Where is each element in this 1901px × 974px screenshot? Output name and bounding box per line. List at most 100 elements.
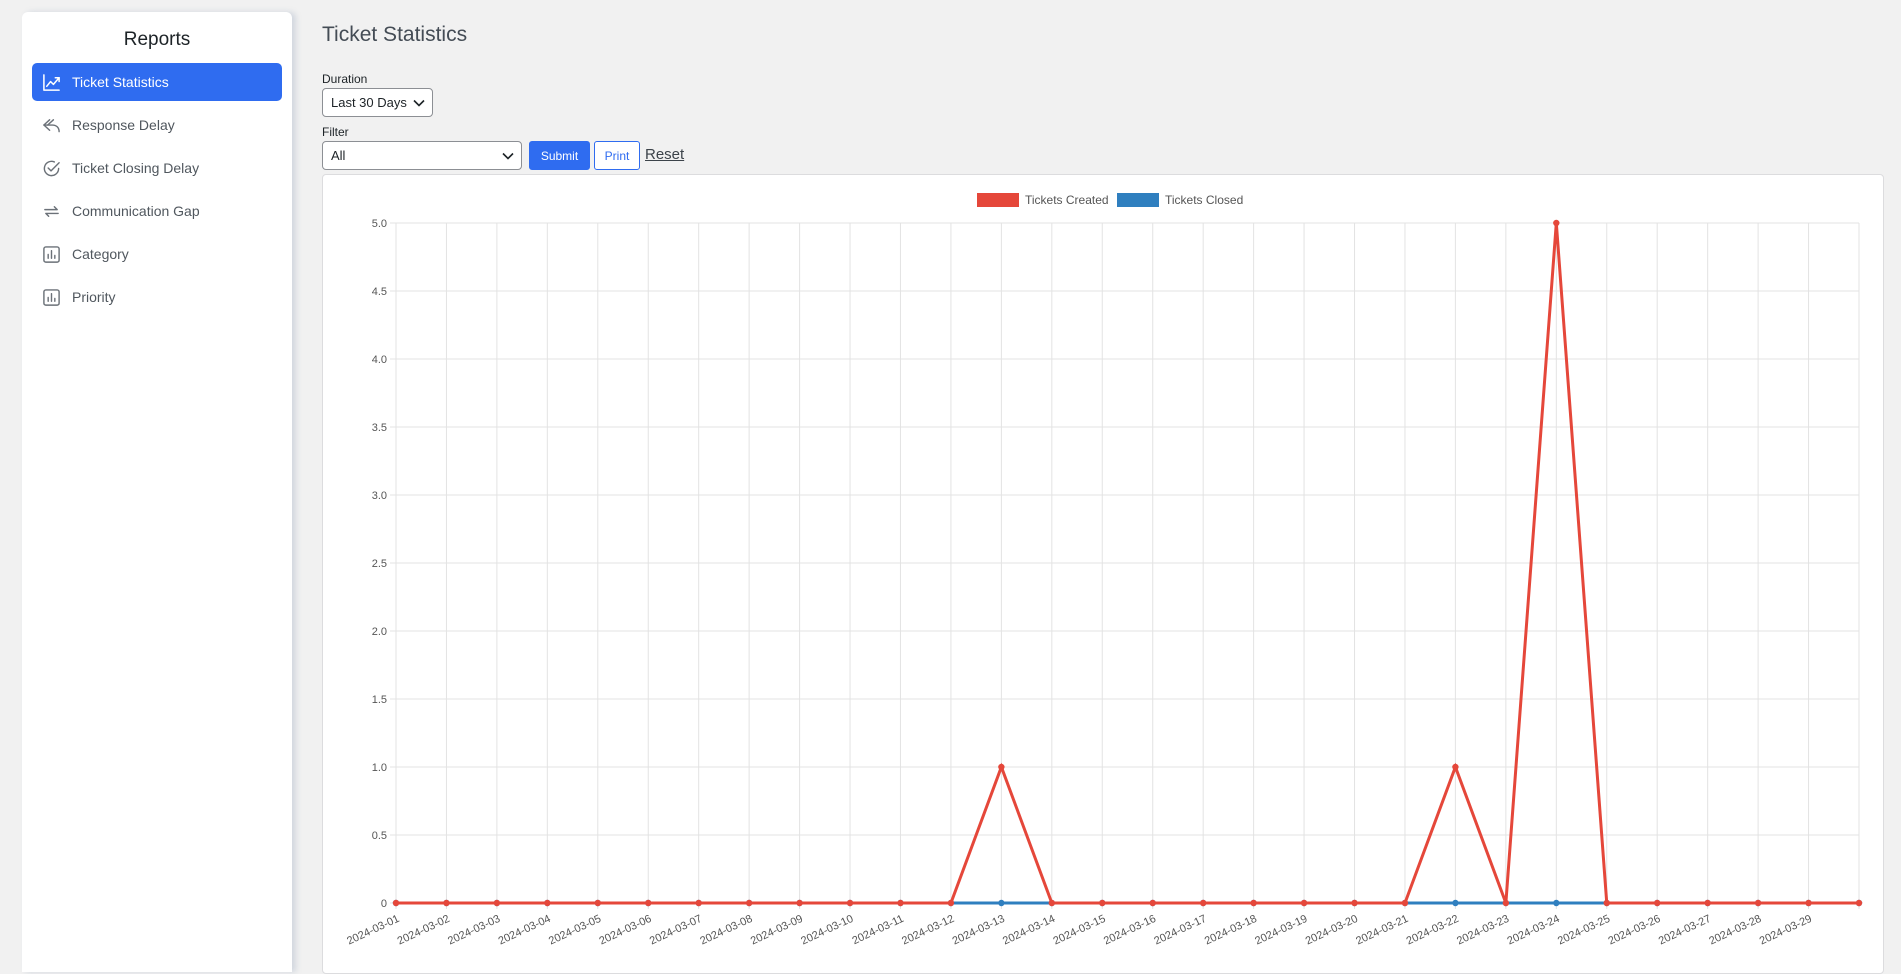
data-point	[1452, 899, 1459, 907]
data-point	[1149, 899, 1156, 907]
data-point	[998, 899, 1005, 907]
sidebar-item-label: Category	[72, 246, 129, 262]
sidebar-item-label: Response Delay	[72, 117, 175, 133]
x-tick-label: 2024-03-25	[1556, 913, 1612, 948]
sidebar-item-ticket-statistics[interactable]: Ticket Statistics	[32, 63, 282, 101]
x-tick-label: 2024-03-20	[1304, 913, 1360, 948]
x-tick-label: 2024-03-24	[1505, 913, 1561, 948]
y-tick-label: 1.0	[372, 762, 387, 774]
data-point	[645, 899, 652, 907]
y-tick-label: 4.5	[372, 286, 387, 298]
x-tick-label: 2024-03-15	[1051, 913, 1107, 948]
reset-link[interactable]: Reset	[645, 146, 684, 163]
y-tick-label: 2.0	[372, 626, 387, 638]
bar-chart-box-icon	[42, 245, 61, 264]
duration-label: Duration	[322, 72, 368, 86]
chevron-down-icon	[413, 99, 425, 107]
data-point	[1300, 899, 1308, 907]
x-tick-label: 2024-03-02	[396, 913, 452, 948]
exchange-arrows-icon	[42, 202, 61, 221]
sidebar-item-response-delay[interactable]: Response Delay	[32, 106, 282, 144]
y-tick-label: 0.5	[372, 830, 387, 842]
sidebar-item-label: Ticket Closing Delay	[72, 160, 200, 176]
data-point	[392, 899, 400, 907]
x-tick-label: 2024-03-17	[1152, 913, 1208, 948]
sidebar-item-label: Ticket Statistics	[72, 74, 169, 90]
legend-label: Tickets Created	[1025, 193, 1109, 207]
x-tick-label: 2024-03-03	[446, 913, 502, 948]
x-tick-label: 2024-03-09	[749, 913, 805, 948]
data-point	[1199, 899, 1207, 907]
data-point	[594, 899, 601, 907]
x-tick-label: 2024-03-13	[951, 913, 1007, 948]
submit-button[interactable]: Submit	[529, 141, 590, 170]
y-tick-label: 5.0	[372, 218, 387, 230]
x-tick-label: 2024-03-22	[1405, 913, 1461, 948]
print-button[interactable]: Print	[594, 141, 640, 170]
x-tick-label: 2024-03-08	[698, 913, 754, 948]
x-tick-label: 2024-03-04	[497, 913, 553, 948]
x-tick-label: 2024-03-05	[547, 913, 603, 948]
data-point	[897, 899, 904, 907]
x-tick-label: 2024-03-21	[1354, 913, 1410, 948]
data-point	[1805, 899, 1812, 907]
sidebar-title: Reports	[123, 29, 191, 50]
data-point	[1754, 899, 1762, 907]
data-point	[544, 899, 551, 907]
y-tick-label: 1.5	[372, 694, 387, 706]
data-point	[493, 899, 501, 907]
legend-swatch	[1117, 193, 1159, 207]
y-tick-label: 0	[381, 898, 387, 910]
ticket-statistics-chart-card: 0 0.5 1.0 1.5 2.0 2.5 3.0 3.5 4.0 4.5 5.0 2024-03-0…	[322, 174, 1884, 974]
x-tick-label: 2024-03-19	[1253, 913, 1309, 948]
sidebar-item-category[interactable]: Category	[32, 235, 282, 273]
x-tick-label: 2024-03-11	[850, 913, 905, 947]
sidebar-nav: Ticket Statistics Response Delay Ticket …	[22, 63, 292, 316]
legend-label: Tickets Closed	[1165, 193, 1243, 207]
data-point	[1401, 899, 1409, 907]
filter-select-value: All	[331, 148, 346, 163]
trend-chart-icon	[42, 73, 61, 92]
sidebar-item-label: Communication Gap	[72, 203, 200, 219]
x-tick-label: 2024-03-26	[1606, 913, 1662, 948]
data-point	[1099, 899, 1106, 907]
data-point	[1502, 899, 1510, 907]
y-tick-label: 2.5	[372, 558, 387, 570]
data-point	[745, 899, 753, 907]
bar-chart-box-icon	[42, 288, 61, 307]
data-point	[695, 899, 702, 907]
x-tick-label: 2024-03-06	[597, 913, 653, 948]
x-tick-label: 2024-03-23	[1455, 913, 1511, 948]
duration-select[interactable]: Last 30 Days	[322, 88, 433, 117]
data-point	[1553, 899, 1560, 907]
data-point	[1351, 899, 1358, 907]
duration-select-value: Last 30 Days	[331, 95, 407, 110]
ticket-statistics-chart: 0 0.5 1.0 1.5 2.0 2.5 3.0 3.5 4.0 4.5 5.0 2024-03-0…	[345, 193, 1863, 948]
x-tick-label: 2024-03-12	[900, 913, 956, 948]
page-title: Ticket Statistics	[322, 23, 468, 46]
x-tick-label: 2024-03-18	[1203, 913, 1259, 948]
data-point	[998, 763, 1005, 771]
x-tick-label: 2024-03-10	[799, 913, 855, 948]
sidebar-item-communication-gap[interactable]: Communication Gap	[32, 192, 282, 230]
chevron-down-icon	[502, 152, 514, 160]
x-tick-label: 2024-03-01	[345, 913, 401, 948]
filter-label: Filter	[322, 125, 349, 139]
reply-icon	[42, 116, 61, 135]
x-tick-label: 2024-03-27	[1657, 913, 1713, 948]
y-tick-label: 4.0	[372, 354, 387, 366]
filter-select[interactable]: All	[322, 141, 522, 170]
data-point	[1855, 899, 1863, 907]
sidebar-item-priority[interactable]: Priority	[32, 278, 282, 316]
y-tick-label: 3.0	[372, 490, 387, 502]
data-point	[846, 899, 854, 907]
data-point	[1452, 763, 1459, 771]
legend-swatch	[977, 193, 1019, 207]
x-tick-label: 2024-03-14	[1001, 913, 1057, 948]
data-point	[947, 899, 955, 907]
data-point	[1250, 899, 1257, 907]
x-tick-label: 2024-03-16	[1102, 913, 1158, 948]
sidebar-item-ticket-closing-delay[interactable]: Ticket Closing Delay	[32, 149, 282, 187]
data-point	[1553, 219, 1560, 227]
data-point	[796, 899, 803, 907]
